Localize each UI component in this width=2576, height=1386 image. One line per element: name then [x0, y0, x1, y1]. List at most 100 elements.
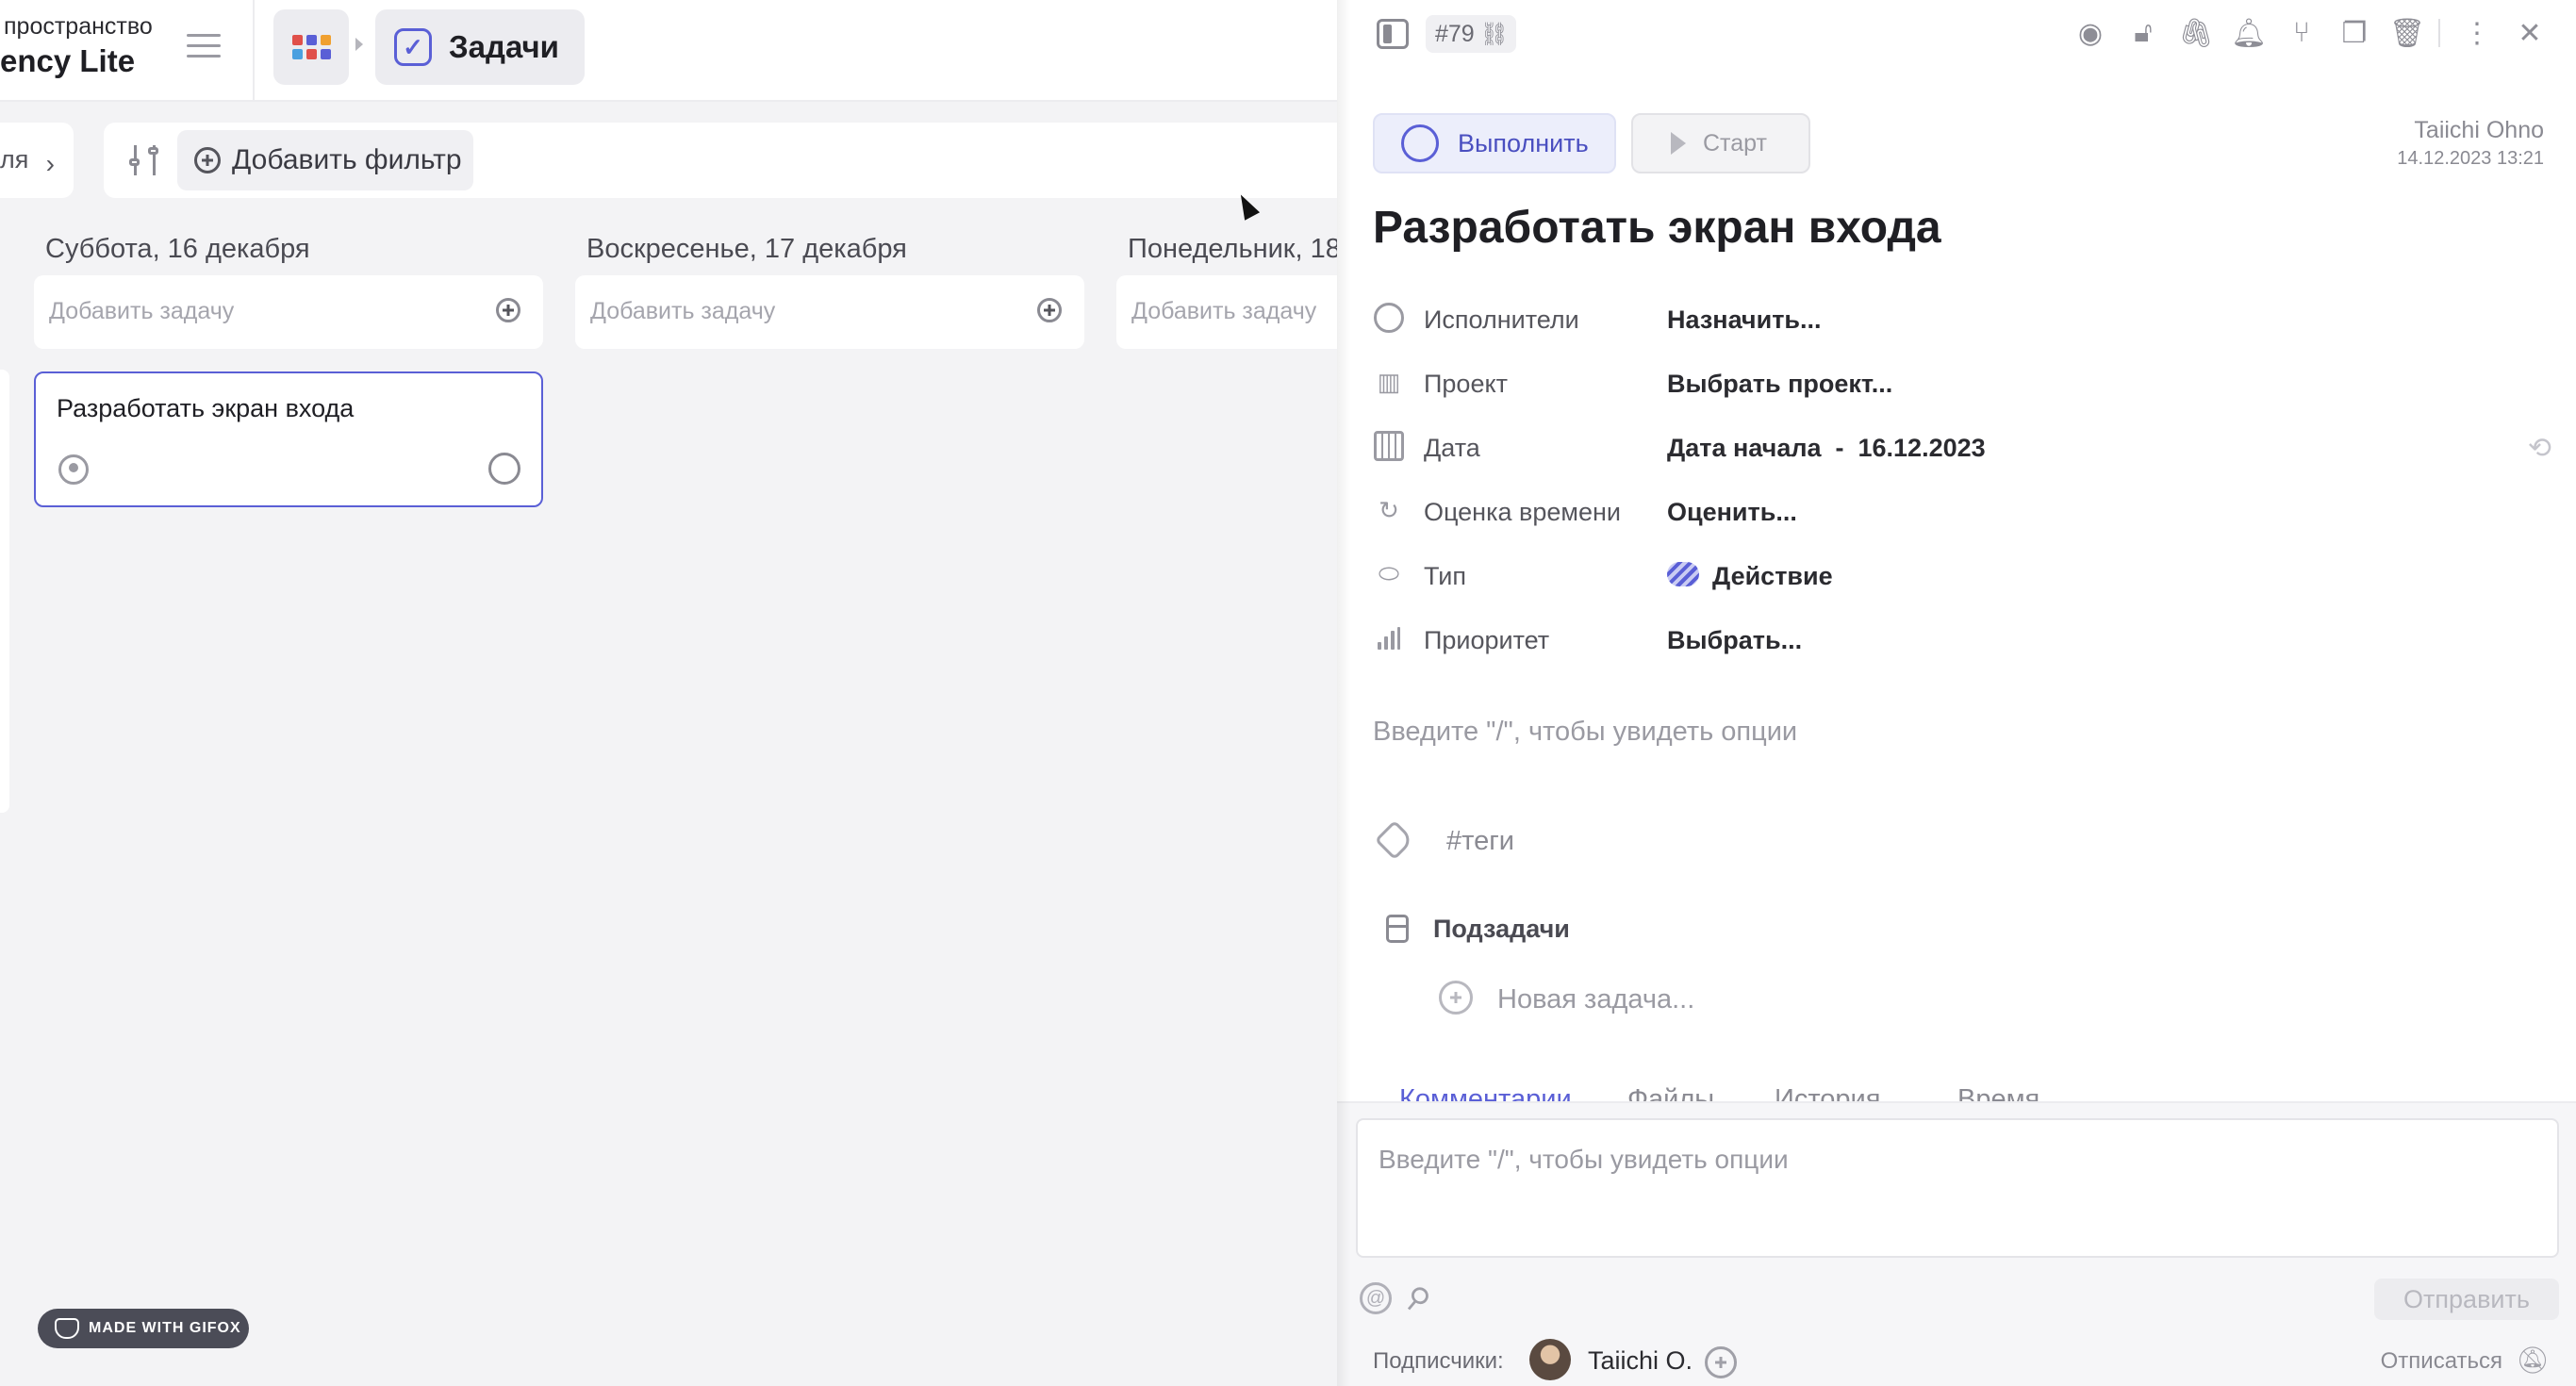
more-vertical-icon[interactable]: ⋮ — [2459, 15, 2495, 51]
subtasks-header: Подзадачи — [1373, 911, 1939, 949]
sidebar-toggle-icon[interactable] — [1377, 19, 1409, 49]
created-date: 14.12.2023 13:21 — [2397, 148, 2544, 169]
filter-bar: ля › Добавить фильтр — [0, 123, 1337, 198]
mention-icon[interactable]: @ — [1360, 1282, 1392, 1314]
assign-button[interactable]: Назначить... — [1667, 305, 1822, 335]
tab-comments[interactable]: Комментарии — [1399, 1084, 1572, 1101]
filter-settings-icon[interactable] — [128, 143, 162, 177]
property-assignees: Исполнители Назначить... — [1373, 289, 2551, 345]
add-task-input[interactable]: Добавить задачу — [1116, 275, 1337, 349]
add-filter-label: Добавить фильтр — [232, 144, 462, 175]
bell-icon[interactable]: 🔔︎ — [2231, 15, 2267, 51]
property-priority: Приоритет Выбрать... — [1373, 609, 2551, 666]
trash-icon[interactable]: 🗑︎ — [2389, 15, 2425, 51]
top-bar: пространство ency Lite ✓ Задачи — [0, 0, 1337, 102]
subscribers-row: Подписчики: Taiichi O. Отписаться 🔕︎ — [1373, 1339, 2561, 1382]
gifox-badge: MADE WITH GIFOX — [38, 1309, 249, 1348]
task-id: #79 — [1435, 21, 1475, 47]
add-task-plus-icon[interactable] — [1037, 298, 1062, 322]
avatar[interactable] — [1529, 1339, 1571, 1380]
eye-icon[interactable]: ◉ — [2072, 15, 2108, 51]
tags-field[interactable]: #теги — [1373, 819, 1939, 866]
checkbox-icon: ✓ — [394, 28, 432, 66]
repeat-icon[interactable]: ⟲ — [2528, 432, 2551, 465]
property-label: Тип — [1424, 562, 1467, 590]
apps-button[interactable] — [273, 9, 349, 85]
add-subscriber-icon[interactable] — [1705, 1346, 1737, 1378]
link-icon: ⛓ — [1479, 22, 1509, 47]
project-select[interactable]: Выбрать проект... — [1667, 370, 1892, 399]
property-date: Дата Дата начала - 16.12.2023 ⟲ — [1373, 417, 2551, 473]
plus-circle-icon — [1439, 981, 1473, 1015]
date-value[interactable]: Дата начала - 16.12.2023 — [1667, 434, 1986, 463]
play-icon — [1671, 132, 1686, 155]
comment-input[interactable]: Введите "/", чтобы увидеть опции — [1356, 1118, 2559, 1258]
paperclip-icon[interactable]: 🖇︎ — [2178, 15, 2214, 51]
panel-toolbar: #79 ⛓ ◉ 🔓︎ 🖇︎ 🔔︎ ⑂ ❐ 🗑︎ ⋮ ✕ — [1337, 0, 2576, 68]
attach-icon[interactable]: ⚲ — [1398, 1278, 1438, 1319]
workspace-name[interactable]: ency Lite — [0, 43, 135, 79]
estimate-button[interactable]: Оценить... — [1667, 498, 1797, 527]
period-selector[interactable]: ля › — [0, 123, 74, 198]
circle-icon — [1401, 124, 1439, 162]
breadcrumb-tasks[interactable]: ✓ Задачи — [375, 9, 585, 85]
filter-area: Добавить фильтр — [104, 123, 1337, 198]
property-estimate: ↻ Оценка времени Оценить... — [1373, 481, 2551, 537]
property-type: ⬭ Тип Действие — [1373, 545, 2551, 602]
subtasks-label: Подзадачи — [1433, 915, 1570, 943]
close-icon[interactable]: ✕ — [2512, 15, 2548, 51]
task-card[interactable]: Разработать экран входа — [34, 371, 543, 507]
breadcrumb-separator-icon — [355, 38, 363, 51]
column-title: Понедельник, 18 — [1128, 234, 1341, 264]
apps-grid-icon — [291, 35, 331, 59]
status-circle-icon[interactable] — [488, 453, 520, 485]
add-task-placeholder: Добавить задачу — [590, 298, 776, 324]
new-subtask-placeholder: Новая задача... — [1497, 984, 1695, 1015]
new-subtask-input[interactable]: Новая задача... — [1439, 977, 1910, 1018]
subscriber-name: Taiichi O. — [1588, 1346, 1693, 1375]
send-button[interactable]: Отправить — [2374, 1279, 2559, 1320]
divider — [253, 0, 255, 102]
type-select[interactable]: Действие — [1712, 562, 1833, 591]
priority-select[interactable]: Выбрать... — [1667, 626, 1802, 655]
add-task-placeholder: Добавить задачу — [49, 298, 235, 324]
fox-icon — [55, 1318, 79, 1339]
tab-files[interactable]: Файлы — [1627, 1084, 1714, 1101]
period-label: ля — [0, 145, 29, 173]
column-title: Воскресенье, 17 декабря — [586, 234, 907, 264]
description-editor[interactable]: Введите "/", чтобы увидеть опции — [1373, 717, 1797, 748]
start-label: Старт — [1703, 129, 1767, 157]
task-detail-panel: #79 ⛓ ◉ 🔓︎ 🖇︎ 🔔︎ ⑂ ❐ 🗑︎ ⋮ ✕ Выполнить Ст… — [1337, 0, 2576, 1386]
task-id-badge[interactable]: #79 ⛓ — [1426, 15, 1516, 53]
lock-icon[interactable]: 🔓︎ — [2125, 15, 2161, 51]
tag-icon — [1374, 819, 1415, 861]
tab-time[interactable]: Время — [1957, 1084, 2039, 1101]
unsubscribe-button[interactable]: Отписаться — [2381, 1348, 2502, 1375]
plus-circle-icon — [194, 147, 221, 173]
start-button[interactable]: Старт — [1631, 113, 1810, 173]
add-task-placeholder: Добавить задачу — [1131, 298, 1317, 324]
task-title[interactable]: Разработать экран входа — [1373, 202, 1941, 254]
tab-history[interactable]: История — [1775, 1084, 1880, 1101]
property-label: Исполнители — [1424, 305, 1579, 334]
duplicate-icon[interactable]: ❐ — [2337, 15, 2372, 51]
gifox-label: MADE WITH GIFOX — [89, 1320, 241, 1336]
project-icon: ▥ — [1377, 367, 1401, 396]
menu-icon[interactable] — [187, 34, 221, 60]
complete-label: Выполнить — [1458, 128, 1589, 157]
subtasks-icon — [1386, 915, 1409, 943]
subscribers-label: Подписчики: — [1373, 1348, 1504, 1374]
users-icon — [1373, 302, 1405, 334]
tree-icon[interactable]: ⑂ — [2284, 15, 2320, 51]
bell-off-icon[interactable]: 🔕︎ — [2516, 1345, 2550, 1376]
add-task-input[interactable]: Добавить задачу — [575, 275, 1084, 349]
complete-button[interactable]: Выполнить — [1373, 113, 1616, 173]
property-label: Дата — [1424, 434, 1480, 462]
workspace-label: пространство — [4, 13, 153, 40]
assignee-icon[interactable] — [58, 454, 89, 485]
calendar-icon — [1373, 430, 1405, 462]
add-filter-button[interactable]: Добавить фильтр — [177, 130, 473, 190]
add-task-plus-icon[interactable] — [496, 298, 520, 322]
add-task-input[interactable]: Добавить задачу — [34, 275, 543, 349]
column-title: Суббота, 16 декабря — [45, 234, 310, 264]
